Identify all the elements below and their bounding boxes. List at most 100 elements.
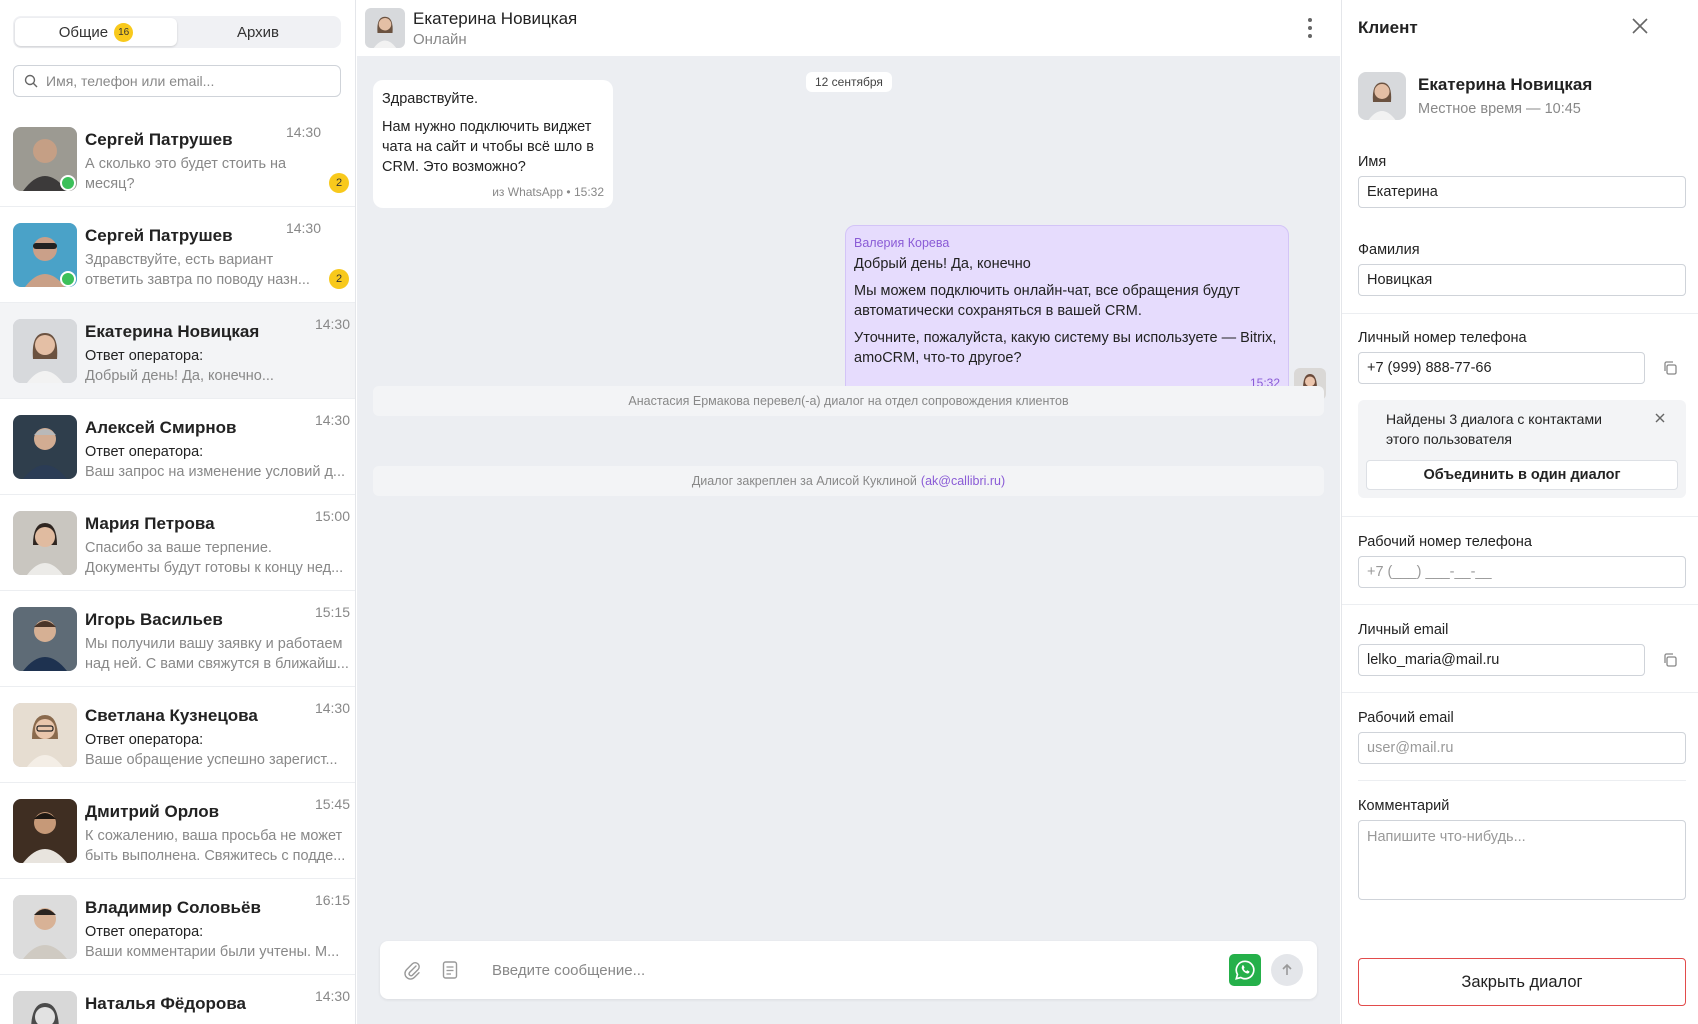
divider bbox=[1342, 692, 1698, 693]
close-icon[interactable] bbox=[1628, 14, 1652, 38]
unread-count-badge: 16 bbox=[114, 22, 134, 42]
chat-time: 15:15 bbox=[314, 604, 350, 620]
chat-list: Сергей Патрушев 14:30 А сколько это буде… bbox=[0, 111, 355, 1024]
chat-preview: Ответ оператора: Ваше обращение успешно … bbox=[85, 730, 350, 770]
merge-dialogs-button[interactable]: Объединить в один диалог bbox=[1366, 460, 1678, 490]
personal-phone-field[interactable] bbox=[1358, 352, 1645, 384]
chat-name: Сергей Патрушев bbox=[85, 130, 233, 149]
date-separator: 12 сентября bbox=[806, 72, 892, 92]
chat-item[interactable]: Сергей Патрушев 14:30 Здравствуйте, есть… bbox=[0, 207, 355, 303]
divider bbox=[1342, 313, 1698, 314]
chat-item[interactable]: Наталья Фёдорова 14:30 bbox=[0, 975, 355, 1024]
preview-line: Ваш запрос на изменение условий д... bbox=[85, 464, 346, 480]
more-menu-icon[interactable] bbox=[1304, 18, 1316, 38]
avatar bbox=[13, 703, 77, 767]
preview-line: А сколько это будет стоить на bbox=[85, 156, 287, 172]
outgoing-message: Валерия Корева Добрый день! Да, конечно … bbox=[845, 225, 1289, 400]
chat-preview: Ответ оператора: Ваш запрос на изменение… bbox=[85, 442, 350, 482]
chat-time: 14:30 bbox=[285, 220, 321, 236]
send-button[interactable] bbox=[1271, 954, 1303, 986]
chat-name: Наталья Фёдорова bbox=[85, 994, 246, 1013]
copy-icon[interactable] bbox=[1662, 652, 1678, 668]
last-name-label: Фамилия bbox=[1358, 242, 1420, 258]
chat-time: 15:45 bbox=[314, 796, 350, 812]
copy-icon[interactable] bbox=[1662, 360, 1678, 376]
divider bbox=[1342, 604, 1698, 605]
avatar bbox=[13, 319, 77, 383]
notice-text: Найдены 3 диалога с контактами этого пол… bbox=[1386, 411, 1602, 447]
preview-line: Добрый день! Да, конечно... bbox=[85, 368, 274, 384]
chat-time: 14:30 bbox=[314, 412, 350, 428]
whatsapp-icon bbox=[1235, 960, 1255, 980]
search-box bbox=[13, 65, 341, 97]
chat-name: Дмитрий Орлов bbox=[85, 802, 220, 821]
chat-item[interactable]: Владимир Соловьёв 16:15 Ответ оператора:… bbox=[0, 879, 355, 975]
chat-tabs: Общие 16 Архив bbox=[13, 16, 341, 48]
avatar bbox=[365, 8, 405, 48]
last-name-field[interactable] bbox=[1358, 264, 1686, 296]
attach-icon[interactable] bbox=[403, 960, 421, 980]
work-phone-field[interactable] bbox=[1358, 556, 1686, 588]
chat-item-active[interactable]: Екатерина Новицкая 14:30 Ответ оператора… bbox=[0, 303, 355, 399]
chat-time: 14:30 bbox=[314, 988, 350, 1004]
work-phone-label: Рабочий номер телефона bbox=[1358, 534, 1532, 550]
chat-preview: Ответ оператора: Ваши комментарии были у… bbox=[85, 922, 350, 962]
preview-line: Мы получили вашу заявку и работаем bbox=[85, 636, 343, 652]
chat-name: Светлана Кузнецова bbox=[85, 706, 258, 725]
chat-name: Владимир Соловьёв bbox=[85, 898, 261, 917]
work-email-field[interactable] bbox=[1358, 732, 1686, 764]
message-meta: из WhatsApp • 15:32 bbox=[492, 185, 604, 199]
first-name-field[interactable] bbox=[1358, 176, 1686, 208]
client-local-time: Местное время — 10:45 bbox=[1418, 101, 1581, 117]
search-input[interactable] bbox=[46, 73, 326, 89]
chat-name: Сергей Патрушев bbox=[85, 226, 233, 245]
chat-item[interactable]: Алексей Смирнов 14:30 Ответ оператора: В… bbox=[0, 399, 355, 495]
system-text: Анастасия Ермакова перевел(-а) диалог на… bbox=[628, 394, 1069, 408]
client-panel: Клиент Екатерина Новицкая Местное время … bbox=[1341, 0, 1698, 1024]
tab-archive[interactable]: Архив bbox=[177, 18, 339, 46]
chat-item[interactable]: Сергей Патрушев 14:30 А сколько это буде… bbox=[0, 111, 355, 207]
close-icon[interactable] bbox=[1652, 410, 1668, 426]
chat-item[interactable]: Светлана Кузнецова 14:30 Ответ оператора… bbox=[0, 687, 355, 783]
personal-email-label: Личный email bbox=[1358, 622, 1449, 638]
tab-archive-label: Архив bbox=[236, 23, 280, 41]
message-text: Здравствуйте. bbox=[382, 91, 479, 107]
whatsapp-channel-button[interactable] bbox=[1229, 954, 1261, 986]
chat-item[interactable]: Игорь Васильев 15:15 Мы получили вашу за… bbox=[0, 591, 355, 687]
chat-preview: Ответ оператора: Добрый день! Да, конечн… bbox=[85, 346, 350, 386]
message-sender: Валерия Корева bbox=[854, 236, 950, 250]
chat-preview: Спасибо за ваше терпение. Документы буду… bbox=[85, 538, 350, 578]
chat-time: 14:30 bbox=[285, 124, 321, 140]
chat-time: 14:30 bbox=[314, 316, 350, 332]
avatar bbox=[13, 991, 77, 1024]
close-dialog-button[interactable]: Закрыть диалог bbox=[1358, 958, 1686, 1006]
comment-field[interactable] bbox=[1358, 820, 1686, 900]
divider bbox=[1358, 780, 1686, 781]
message-text: Уточните, пожалуйста, какую систему вы и… bbox=[854, 330, 1277, 366]
preview-line: Ваше обращение успешно зарегист... bbox=[85, 752, 338, 768]
contact-status: Онлайн bbox=[413, 31, 467, 48]
chat-preview: Здравствуйте, есть вариант ответить завт… bbox=[85, 250, 350, 290]
chat-item[interactable]: Мария Петрова 15:00 Спасибо за ваше терп… bbox=[0, 495, 355, 591]
preview-line: К сожалению, ваша просьба не может bbox=[85, 828, 343, 844]
email-link[interactable]: (ak@callibri.ru) bbox=[921, 474, 1005, 488]
chat-time: 16:15 bbox=[314, 892, 350, 908]
chat-name: Мария Петрова bbox=[85, 514, 215, 533]
search-icon bbox=[24, 74, 38, 88]
chat-header: Екатерина Новицкая Онлайн bbox=[357, 0, 1340, 56]
arrow-up-icon bbox=[1282, 963, 1292, 975]
online-indicator bbox=[60, 175, 76, 191]
avatar bbox=[13, 415, 77, 479]
personal-email-field[interactable] bbox=[1358, 644, 1645, 676]
preview-line: месяц? bbox=[85, 176, 135, 192]
operator-label: Ответ оператора: bbox=[85, 732, 204, 748]
system-text: Диалог закреплен за Алисой Куклиной bbox=[691, 474, 917, 488]
operator-label: Ответ оператора: bbox=[85, 444, 204, 460]
preview-line: ответить завтра по поводу назн... bbox=[85, 272, 310, 288]
tab-general[interactable]: Общие 16 bbox=[15, 18, 177, 46]
message-input[interactable] bbox=[492, 957, 1252, 983]
chat-preview: А сколько это будет стоить на месяц? bbox=[85, 154, 350, 194]
template-icon[interactable] bbox=[442, 960, 458, 980]
chat-item[interactable]: Дмитрий Орлов 15:45 К сожалению, ваша пр… bbox=[0, 783, 355, 879]
preview-line: Ваши комментарии были учтены. М... bbox=[85, 944, 340, 960]
